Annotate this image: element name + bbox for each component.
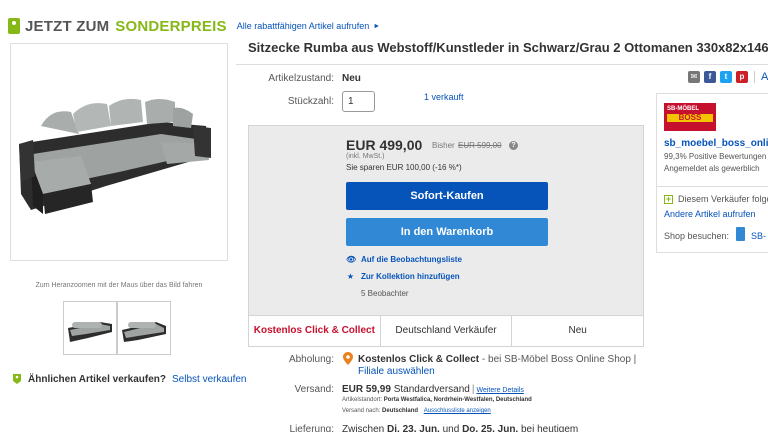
quantity-input[interactable] <box>342 91 375 112</box>
savings-text: Sie sparen EUR 100,00 (-16 %*) <box>346 163 462 172</box>
item-location-value: Porta Westfalica, Nordrhein-Westfalen, D… <box>383 397 532 403</box>
ships-to-value: Deutschland <box>382 408 419 414</box>
vat-note: (inkl. MwSt.) <box>346 153 385 160</box>
banner-text-now: JETZT ZUM <box>25 17 110 35</box>
thumbnail-1[interactable] <box>63 301 117 355</box>
tag-icon <box>13 374 21 384</box>
sofa-image <box>19 98 211 214</box>
tab-new[interactable]: Neu <box>512 316 643 346</box>
add-to-watchlist-link[interactable]: 👁 Auf die Beobachtungsliste <box>346 255 462 264</box>
delivery-prefix: Zwischen <box>342 424 385 432</box>
exclusion-list-link[interactable]: Ausschlussliste anzeigen <box>424 408 491 414</box>
sell-similar-question: Ähnlichen Artikel verkaufen? <box>28 373 166 385</box>
delivery-connector: und <box>442 424 460 432</box>
watchlist-label: Auf die Beobachtungsliste <box>361 255 462 264</box>
location-pin-icon <box>343 352 353 365</box>
quantity-label: Stückzahl: <box>287 96 334 107</box>
arrow-right-icon: ► <box>373 22 381 30</box>
tab-german-seller[interactable]: Deutschland Verkäufer <box>381 316 513 346</box>
follow-seller-button[interactable]: + Diesem Verkäufer folgen <box>664 194 768 204</box>
mail-icon[interactable]: ✉ <box>688 71 700 83</box>
watcher-count: 5 Beobachter <box>361 289 409 298</box>
price-tag-icon <box>8 18 20 34</box>
pickup-info: Kostenlos Click & Collect - bei SB-Möbel… <box>358 354 636 365</box>
seller-logo[interactable]: SB-MÖBEL BOSS <box>664 103 716 131</box>
pickup-title: Kostenlos Click & Collect <box>358 354 480 365</box>
delivery-date-from: Di. 23. Jun. <box>387 424 440 432</box>
follow-seller-label: Diesem Verkäufer folgen <box>678 194 768 204</box>
shipping-details-link[interactable]: Weitere Details <box>476 387 523 394</box>
pickup-label: Abholung: <box>288 354 334 365</box>
info-icon[interactable]: ? <box>509 141 518 150</box>
was-price-label: Bisher <box>432 141 455 150</box>
delivery-label: Lieferung: <box>289 424 334 432</box>
delivery-date-to: Do. 25. Jun. <box>462 424 519 432</box>
shipping-cost-row: EUR 59,99 Standardversand | Weitere Detail… <box>342 384 524 395</box>
collection-label: Zur Kollektion hinzufügen <box>361 272 460 281</box>
price: EUR 499,00 <box>346 137 423 153</box>
seller-name-link[interactable]: sb_moebel_boss_online <box>664 138 768 149</box>
shipping-cost: EUR 59,99 <box>342 384 391 395</box>
discounted-items-link[interactable]: Alle rabattfähigen Artikel aufrufen <box>237 21 370 31</box>
condition-label: Artikelzustand: <box>268 73 334 84</box>
visit-shop-label: Shop besuchen: <box>664 231 730 241</box>
buy-now-button[interactable]: Sofort-Kaufen <box>346 182 548 210</box>
store-icon[interactable] <box>736 227 745 241</box>
special-price-banner: JETZT ZUM SONDERPREIS Alle rabattfähigen… <box>8 14 380 38</box>
eye-icon: 👁 <box>346 255 357 264</box>
share-bar: ✉ f t p A <box>688 71 768 83</box>
pickup-detail: - bei SB-Möbel Boss Online Shop | <box>479 354 637 365</box>
delivery-estimate: Zwischen Di. 23. Jun. und Do. 25. Jun. b… <box>342 424 578 432</box>
sofa-thumbnail-image <box>68 322 112 342</box>
sold-count-link[interactable]: 1 verkauft <box>424 92 464 102</box>
share-divider <box>754 71 755 83</box>
shipping-label: Versand: <box>294 384 334 395</box>
plus-icon: + <box>664 193 673 204</box>
zoom-hint: Zum Heranzoomen mit der Maus über das Bi… <box>35 282 203 289</box>
title-divider <box>236 64 768 65</box>
item-highlights-tabs: Kostenlos Click & Collect Deutschland Ve… <box>249 315 643 346</box>
item-location-label: Artikelstandort: <box>342 397 383 403</box>
choose-store-link[interactable]: Filiale auswählen <box>358 366 435 377</box>
seller-logo-brand: BOSS <box>667 114 713 122</box>
was-price: EUR 599,00 <box>458 141 502 150</box>
facebook-icon[interactable]: f <box>704 71 716 83</box>
store-link[interactable]: SB- <box>751 231 766 241</box>
twitter-icon[interactable]: t <box>720 71 732 83</box>
thumbnail-2[interactable] <box>117 301 171 355</box>
tab-click-collect[interactable]: Kostenlos Click & Collect <box>249 316 381 346</box>
ships-to-label: Versand nach: <box>342 408 381 414</box>
item-location-row: Artikelstandort: Porta Westfalica, Nordr… <box>342 397 532 403</box>
delivery-suffix: bei heutigem <box>520 424 579 432</box>
shipping-method: Standardversand <box>393 384 470 395</box>
ships-to-row: Versand nach: Deutschland Ausschlusslist… <box>342 408 491 414</box>
seller-rating: 99,3% Positive Bewertungen <box>664 152 767 161</box>
seller-logo-top: SB-MÖBEL <box>667 106 699 112</box>
other-items-link[interactable]: Andere Artikel aufrufen <box>664 209 756 219</box>
seller-type: Angemeldet als gewerblich <box>664 164 760 173</box>
main-product-image[interactable] <box>10 43 228 261</box>
seller-divider <box>657 186 768 187</box>
sofa-thumbnail-image <box>122 322 166 342</box>
item-title: Sitzecke Rumba aus Webstoff/Kunstleder i… <box>248 40 768 55</box>
add-to-cart-button[interactable]: In den Warenkorb <box>346 218 548 246</box>
sell-similar-row: Ähnlichen Artikel verkaufen? Selbst verk… <box>12 373 247 385</box>
condition-value: Neu <box>342 73 361 84</box>
pinterest-icon[interactable]: p <box>736 71 748 83</box>
sell-yourself-link[interactable]: Selbst verkaufen <box>172 374 247 385</box>
banner-text-special-price: SONDERPREIS <box>115 17 227 35</box>
star-icon: ★ <box>346 272 355 281</box>
add-to-collection-link[interactable]: ★ Zur Kollektion hinzufügen <box>346 272 460 281</box>
watch-icon[interactable]: A <box>761 71 768 83</box>
